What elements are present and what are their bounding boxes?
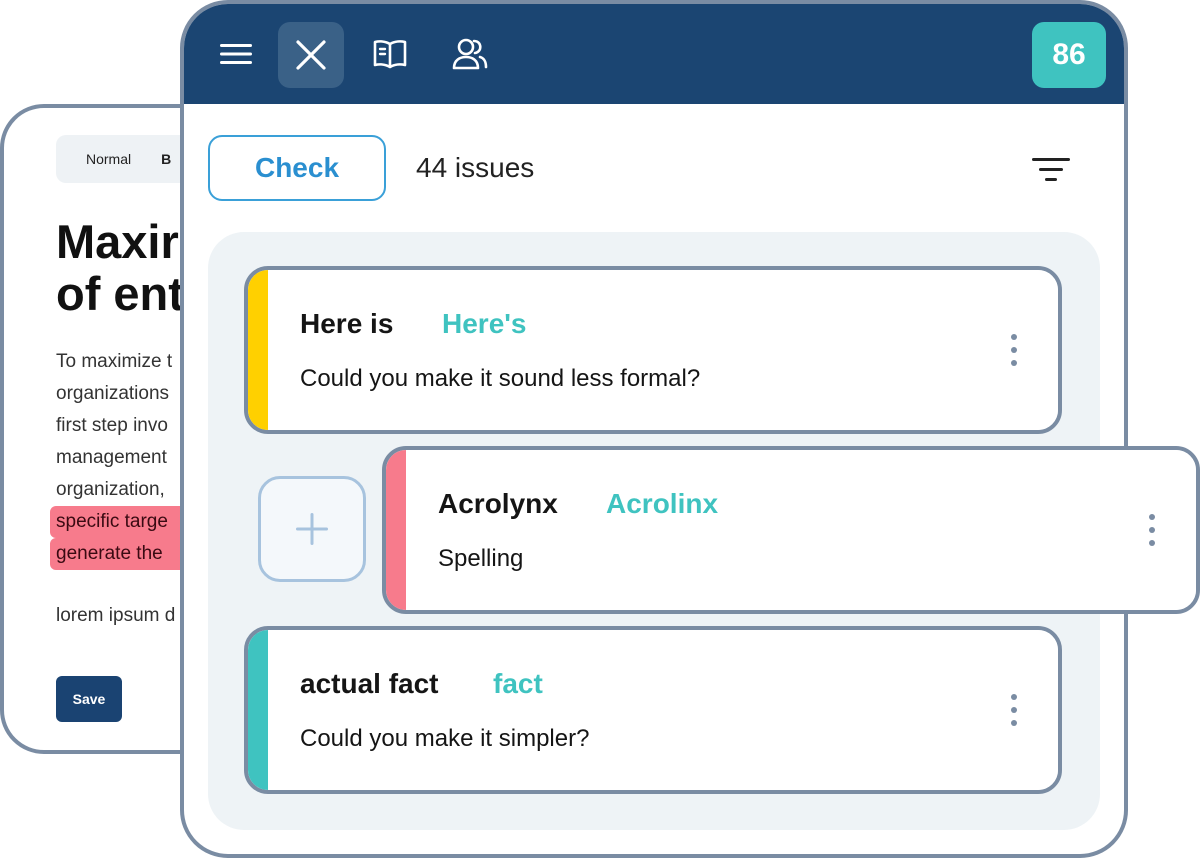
issue-card-body xyxy=(268,270,1058,430)
acrolinx-logo-icon[interactable] xyxy=(278,22,344,88)
issue-guidance: Could you make it sound less formal? xyxy=(300,365,701,392)
users-icon[interactable] xyxy=(446,30,494,78)
lorem-text: lorem ipsum d xyxy=(56,605,176,626)
issue-original-text: Here is xyxy=(300,308,394,339)
score-badge[interactable]: 86 xyxy=(1032,22,1106,88)
more-options-icon[interactable] xyxy=(1008,692,1020,728)
save-button[interactable]: Save xyxy=(56,676,122,722)
issue-guidance: Could you make it simpler? xyxy=(300,725,590,752)
issue-suggestion[interactable]: fact xyxy=(493,668,543,700)
issue-suggestion[interactable]: Here's xyxy=(442,308,527,340)
issue-card-active[interactable]: Acrolynx Acrolinx Spelling xyxy=(382,446,1200,614)
issue-card-body xyxy=(268,630,1058,790)
bold-button[interactable]: B xyxy=(161,151,171,167)
filter-icon[interactable] xyxy=(1030,154,1074,186)
menu-icon[interactable] xyxy=(212,30,260,78)
issue-original-text: actual fact xyxy=(300,668,439,699)
issue-card[interactable]: Here is Here's Could you make it sound l… xyxy=(244,266,1062,434)
issues-count: 44 issues xyxy=(416,152,535,183)
add-button[interactable] xyxy=(258,476,366,582)
issue-original-text: Acrolynx xyxy=(438,488,558,519)
issue-category-stripe xyxy=(248,270,268,430)
issue-category-stripe xyxy=(386,450,406,610)
more-options-icon[interactable] xyxy=(1008,332,1020,368)
check-button[interactable]: Check xyxy=(208,135,386,201)
issue-guidance: Spelling xyxy=(438,545,524,572)
plus-icon xyxy=(296,513,328,545)
style-dropdown[interactable]: Normal xyxy=(86,151,131,167)
book-icon[interactable] xyxy=(366,30,414,78)
issue-suggestion[interactable]: Acrolinx xyxy=(606,488,718,520)
issue-card-body xyxy=(406,450,1196,610)
more-options-icon[interactable] xyxy=(1146,512,1158,548)
issue-card[interactable]: actual fact fact Could you make it simpl… xyxy=(244,626,1062,794)
sidebar-topbar: 86 xyxy=(184,4,1124,104)
issue-category-stripe xyxy=(248,630,268,790)
